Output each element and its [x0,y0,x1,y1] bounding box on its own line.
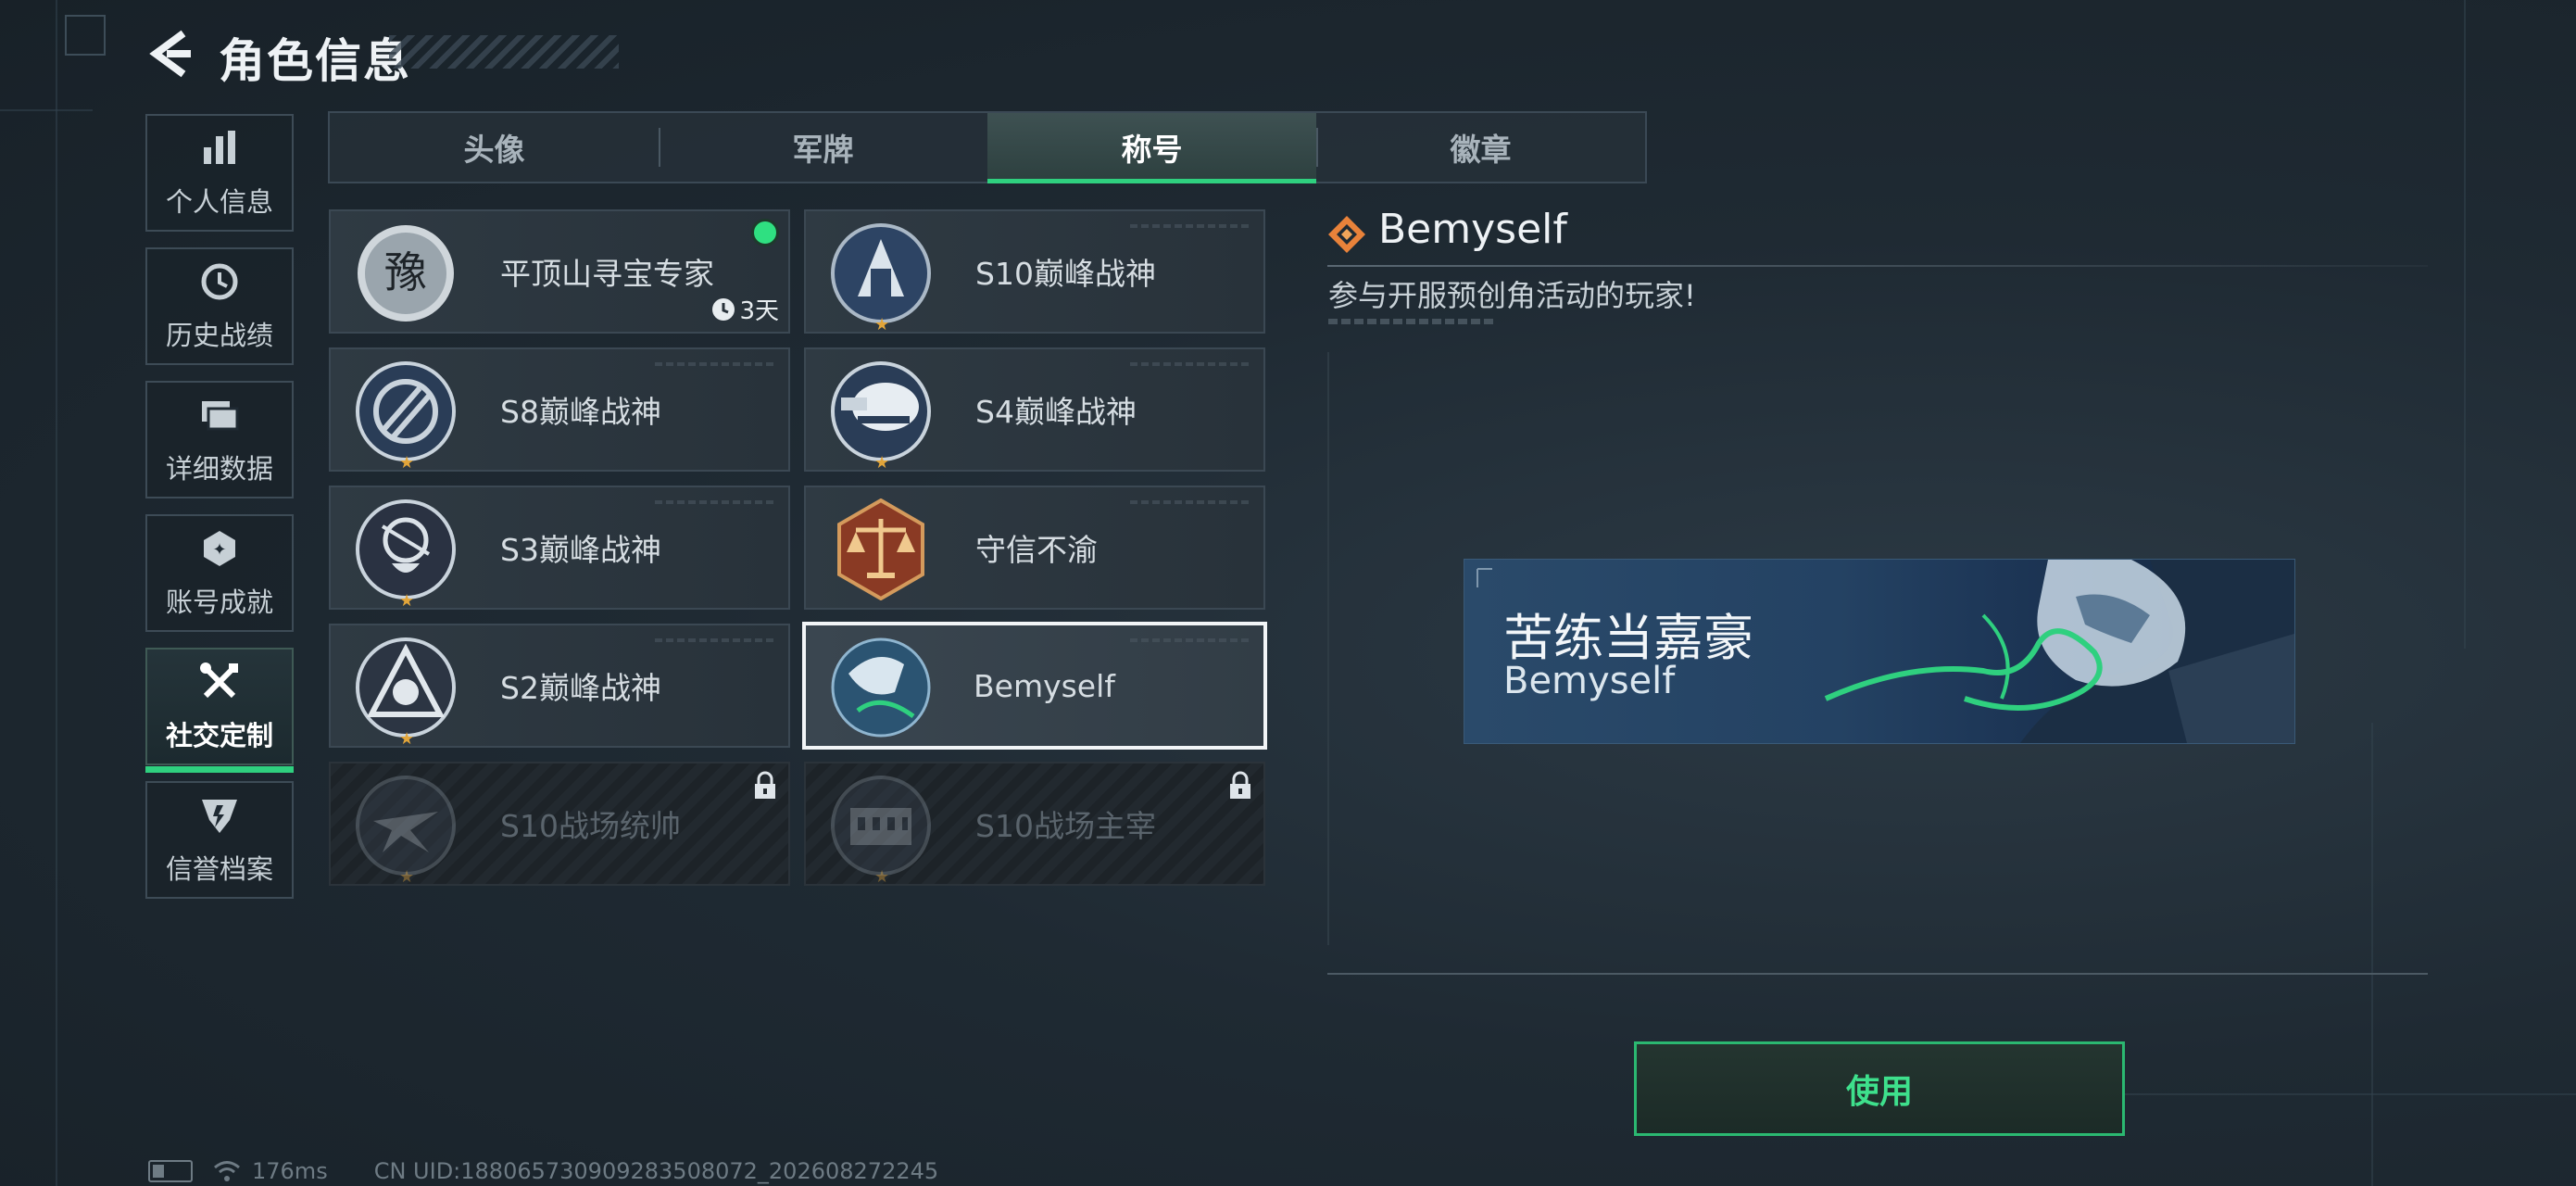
clock-icon [712,297,735,321]
divider [1327,265,2428,267]
title-name: S10战场主宰 [975,808,1156,844]
title-name: S10战场统帅 [500,808,681,844]
divider [1327,973,2428,975]
star-icon: ★ [399,453,415,473]
bg-corner [65,15,106,56]
scales-of-justice-icon [837,498,924,600]
remaining-time-text: 3天 [739,297,779,325]
title-card[interactable]: ★ S2巅峰战神 [329,624,790,749]
remaining-time: 3天 [711,292,779,326]
sidebar-item-label: 信誉档案 [165,852,273,885]
title-card[interactable]: ★ S10巅峰战神 [804,209,1265,334]
fine-print [1130,362,1250,366]
banner-subtitle: Bemyself [1503,660,1676,702]
title-name: Bemyself [974,667,1115,704]
title-card[interactable]: 豫 平顶山寻宝专家 3天 [329,209,790,334]
fine-print [1328,319,1493,324]
svg-text:✦: ✦ [212,540,226,560]
title-card-selected[interactable]: Bemyself [802,622,1267,750]
page-title: 角色信息 [219,34,411,88]
bar-chart-icon [204,130,235,164]
peak-warrior-emblem-icon [831,361,931,461]
fine-print [655,500,775,504]
selected-title-description: 参与开服预创角活动的玩家! [1328,278,1696,313]
uid-text: CN UID:18806573090928350807​2_2026082722… [373,1158,939,1184]
lock-icon [1230,771,1250,799]
title-name: 平顶山寻宝专家 [500,256,714,292]
title-name: 守信不渝 [975,532,1098,568]
title-emblem-icon: 豫 [358,225,454,322]
back-arrow-icon[interactable] [146,28,193,80]
equipped-indicator [751,219,779,246]
battery-icon [148,1160,193,1182]
tools-icon [200,662,238,698]
tab-bar: 头像 军牌 称号 徽章 [328,111,1647,183]
title-name: S3巅峰战神 [500,532,661,568]
commander-emblem-icon [356,776,456,876]
star-icon: ★ [874,315,890,334]
wifi-icon [214,1161,240,1181]
title-name: S8巅峰战神 [500,394,661,430]
title-card[interactable]: ★ S8巅峰战神 [329,347,790,473]
star-icon: ★ [399,591,415,611]
lock-icon [755,771,775,799]
title-card-locked[interactable]: ★ S10战场主宰 [804,762,1265,887]
sidebar-item-label: 个人信息 [165,185,273,218]
peak-warrior-emblem-icon [356,499,456,599]
sidebar-item-history[interactable]: 历史战绩 [145,247,294,365]
fine-print [1130,638,1250,642]
ping-text: 176ms [252,1158,328,1184]
star-icon: ★ [399,729,415,749]
sidebar-item-credit[interactable]: 信誉档案 [145,781,294,899]
bg-line [0,109,93,111]
sidebar-item-personal-info[interactable]: 个人信息 [145,114,294,232]
sidebar-item-label: 详细数据 [165,452,273,485]
title-card-locked[interactable]: ★ S10战场统帅 [329,762,790,887]
fine-print [1130,500,1250,504]
colosseum-emblem-icon [831,776,931,876]
title-name: S4巅峰战神 [975,394,1137,430]
tab-avatar[interactable]: 头像 [330,113,659,182]
title-card[interactable]: ★ S3巅峰战神 [329,486,790,611]
star-icon: ★ [874,453,890,473]
fine-print [655,362,775,366]
star-icon: ★ [874,867,890,887]
selected-title-name: Bemyself [1378,206,1567,253]
use-button[interactable]: 使用 [1634,1041,2125,1136]
tab-title[interactable]: 称号 [987,113,1316,183]
peak-warrior-emblem-icon [831,223,931,323]
sidebar-item-achievements[interactable]: ✦ 账号成就 [145,514,294,632]
peak-warrior-emblem-icon [356,637,456,738]
status-footer: 176ms CN UID:18806573090928350807​2_2026… [148,1158,938,1184]
tab-badge[interactable]: 徽章 [1316,113,1645,182]
sidebar-item-detailed-data[interactable]: 详细数据 [145,381,294,498]
clock-history-icon [201,263,238,299]
peak-warrior-emblem-icon [356,361,456,461]
bemyself-emblem-icon [831,637,931,738]
title-card[interactable]: ★ S4巅峰战神 [804,347,1265,473]
title-rarity-icon [1328,216,1365,253]
sidebar-item-label: 历史战绩 [165,319,273,351]
title-name: S2巅峰战神 [500,670,661,706]
sidebar-item-label: 账号成就 [165,586,273,618]
fine-print [655,638,775,642]
bg-line [56,0,57,1186]
bg-line [2464,0,2466,649]
svg-text:豫: 豫 [384,247,427,297]
title-card[interactable]: 守信不渝 [804,486,1265,610]
title-decoration [389,35,619,69]
title-name: S10巅峰战神 [975,256,1156,292]
title-banner-preview: 苦练当嘉豪 Bemyself [1464,559,2295,744]
medal-icon: ✦ [204,530,235,566]
sidebar-item-label: 社交定制 [165,719,273,751]
star-icon: ★ [399,867,415,887]
shield-icon [202,799,237,833]
folder-icon [202,400,239,430]
tab-dogtag[interactable]: 军牌 [659,113,987,182]
sidebar-item-social-custom[interactable]: 社交定制 [145,648,294,773]
